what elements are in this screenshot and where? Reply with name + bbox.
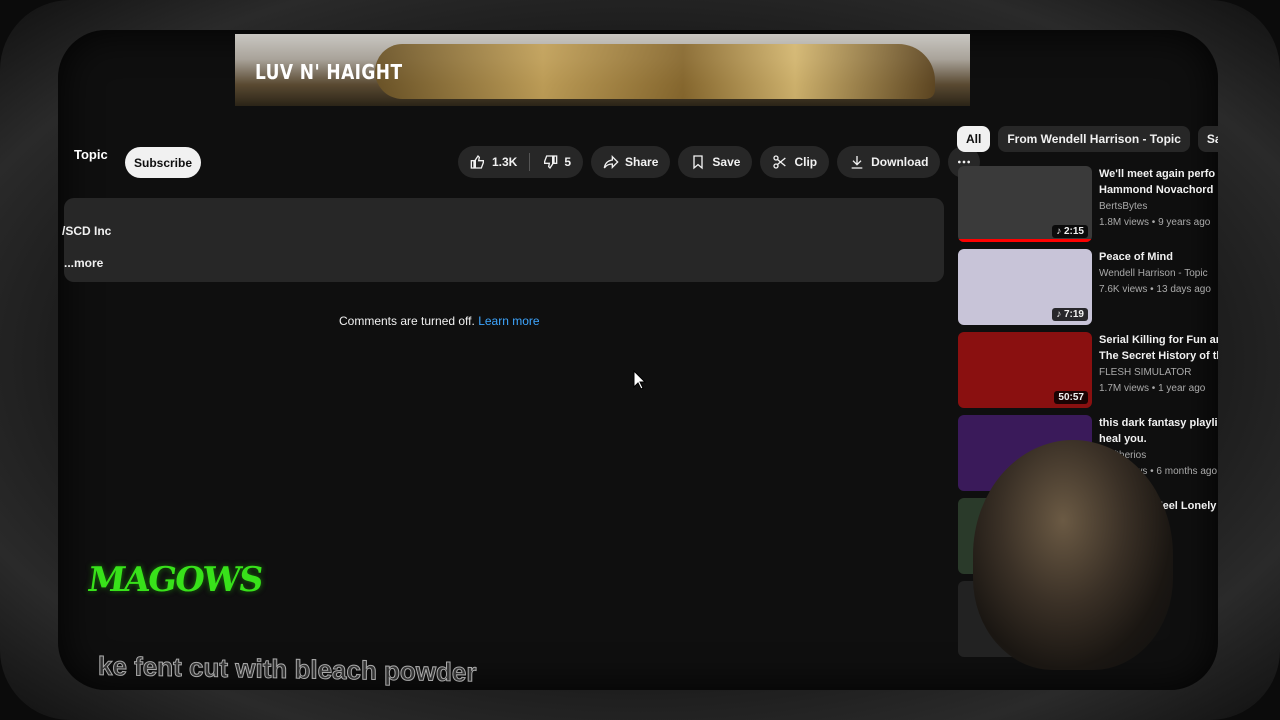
save-label: Save — [712, 155, 741, 169]
video-title[interactable]: We'll meet again perfo Hammond Novachord — [1099, 166, 1218, 198]
streamer-webcam-overlay — [973, 440, 1173, 670]
channel-name[interactable]: Topic — [74, 147, 108, 162]
thumbs-down-icon — [544, 155, 558, 170]
chip-from-channel[interactable]: From Wendell Harrison - Topic — [998, 126, 1190, 152]
video-title-line2: heal you. — [1099, 433, 1147, 445]
streamer-logo: MAGOWS — [85, 560, 265, 600]
bookmark-icon — [693, 155, 704, 170]
video-player-banner[interactable]: LUV N' HAIGHT — [235, 34, 970, 106]
stream-caption: ke fent cut with bleach powder — [98, 650, 478, 688]
video-channel[interactable]: FLESH SIMULATOR — [1099, 367, 1191, 378]
video-meta: 7.6K views • 13 days ago — [1099, 284, 1211, 295]
video-title-line1: this dark fantasy playli — [1099, 417, 1218, 429]
related-video-item[interactable]: ♪ 7:19 Peace of Mind Wendell Harrison - To… — [958, 249, 1218, 325]
description-box[interactable] — [64, 198, 944, 282]
video-duration: ♪ 7:19 — [1052, 308, 1088, 321]
like-dislike-group: 1.3K 5 — [458, 146, 584, 178]
scissors-icon — [773, 155, 787, 169]
description-text: /SCD Inc — [62, 224, 112, 238]
video-title-line1: We'll meet again perfo — [1099, 168, 1216, 180]
share-icon — [603, 155, 619, 169]
saxophone-image — [375, 44, 935, 99]
video-meta: 1.7M views • 1 year ago — [1099, 383, 1206, 394]
watch-progress-bar — [958, 239, 1092, 242]
thumbs-up-icon — [470, 154, 484, 169]
chip-all[interactable]: All — [957, 126, 991, 152]
subscribe-button[interactable]: Subscribe — [125, 147, 201, 178]
video-duration: ♪ 2:15 — [1052, 225, 1088, 238]
video-title[interactable]: Peace of Mind — [1099, 249, 1218, 265]
related-chips: All From Wendell Harrison - Topic Saxop — [957, 126, 1218, 152]
share-label: Share — [625, 155, 659, 169]
video-title-line2: The Secret History of th — [1099, 350, 1218, 362]
video-channel[interactable]: BertsBytes — [1099, 201, 1147, 212]
clip-button[interactable]: Clip — [760, 146, 830, 178]
dislike-count: 5 — [564, 155, 572, 169]
video-duration: 50:57 — [1054, 391, 1088, 404]
video-title[interactable]: this dark fantasy playli heal you. — [1099, 415, 1218, 447]
download-icon — [851, 156, 863, 169]
video-title-line2: Hammond Novachord — [1099, 184, 1214, 196]
save-button[interactable]: Save — [678, 146, 753, 178]
video-channel[interactable]: Wendell Harrison - Topic — [1099, 268, 1208, 279]
video-title-line1: Peace of Mind — [1099, 251, 1173, 263]
video-thumbnail[interactable]: 50:57 — [958, 332, 1092, 408]
video-title-line1: Serial Killing for Fun an — [1099, 334, 1218, 346]
related-video-item[interactable]: ♪ 2:15 We'll meet again perfo Hammond Nova… — [958, 166, 1218, 242]
action-bar: 1.3K 5 Share Save Clip Download — [458, 146, 981, 178]
like-button[interactable]: 1.3K — [458, 146, 529, 178]
description-more-link[interactable]: ...more — [64, 256, 103, 270]
related-video-item[interactable]: 50:57 Serial Killing for Fun an The Secret… — [958, 332, 1218, 408]
comments-off-text: Comments are turned off. — [339, 314, 475, 328]
chip-saxophone[interactable]: Saxop — [1197, 126, 1218, 152]
like-count: 1.3K — [492, 155, 518, 169]
download-button[interactable]: Download — [837, 146, 941, 178]
share-button[interactable]: Share — [591, 146, 671, 178]
learn-more-link[interactable]: Learn more — [478, 314, 539, 328]
mouse-cursor-icon — [633, 370, 647, 390]
comments-off-notice: Comments are turned off. Learn more — [339, 314, 540, 328]
video-thumbnail[interactable]: ♪ 2:15 — [958, 166, 1092, 242]
video-title[interactable]: Serial Killing for Fun an The Secret Hist… — [1099, 332, 1218, 364]
clip-label: Clip — [794, 155, 818, 169]
video-thumbnail[interactable]: ♪ 7:19 — [958, 249, 1092, 325]
download-label: Download — [871, 155, 929, 169]
banner-title: LUV N' HAIGHT — [255, 60, 403, 84]
dislike-button[interactable]: 5 — [530, 146, 583, 178]
video-meta: 1.8M views • 9 years ago — [1099, 217, 1211, 228]
browser-screen: LUV N' HAIGHT Topic Subscribe 1.3K 5 Sha… — [58, 30, 1218, 690]
